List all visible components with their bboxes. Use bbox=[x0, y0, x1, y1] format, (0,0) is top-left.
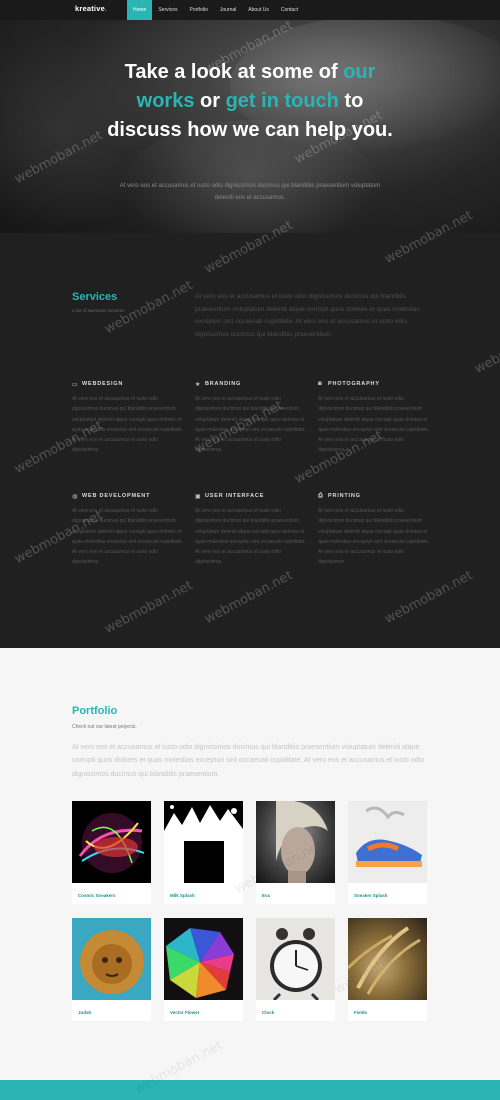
services-title: Services bbox=[72, 291, 118, 303]
portfolio-caption: Judah bbox=[78, 1010, 92, 1015]
footer-bar bbox=[0, 1080, 500, 1100]
portfolio-image bbox=[256, 801, 335, 883]
portfolio-item-cosmic-sneakers[interactable]: Cosmic Sneakers bbox=[72, 801, 151, 904]
nav-item-journal[interactable]: Journal bbox=[214, 0, 242, 20]
monitor-icon: ▭ bbox=[72, 381, 79, 388]
portfolio-caption: Clock bbox=[262, 1010, 275, 1015]
nav-item-about-us[interactable]: About Us bbox=[242, 0, 275, 20]
brand-logo[interactable]: kreative. bbox=[75, 4, 107, 13]
service-text: At vero eos et accusamus et iusto odio d… bbox=[72, 508, 183, 566]
portfolio-caption: Eva bbox=[262, 893, 271, 898]
portfolio-caption: Sneaker Splash bbox=[354, 893, 388, 898]
hero-section: Take a look at some of our works or get … bbox=[0, 0, 500, 233]
service-text: At vero eos et accusamus et iusto odio d… bbox=[195, 508, 306, 566]
service-title: WEB DEVELOPMENT bbox=[82, 493, 151, 499]
service-text: At vero eos et accusamus et iusto odio d… bbox=[72, 396, 183, 454]
portfolio-title: Portfolio bbox=[72, 705, 118, 717]
nav-item-services[interactable]: Services bbox=[152, 0, 183, 20]
portfolio-caption: Fields bbox=[354, 1010, 368, 1015]
portfolio-intro: At vero eos et accusamus et iusto odio d… bbox=[72, 744, 425, 778]
service-webdesign: ▭ WEBDESIGN At vero eos et accusamus et i… bbox=[72, 379, 184, 456]
services-intro: At vero eos et accusamus et iusto odio d… bbox=[195, 293, 420, 338]
main-menu: Home Services Portfolio Journal About Us… bbox=[127, 0, 304, 20]
portfolio-item-clock[interactable]: Clock bbox=[256, 918, 335, 1021]
service-user-interface: ▣ USER INTERFACE At vero eos et accusamus… bbox=[195, 491, 307, 568]
camera-icon: ◙ bbox=[318, 381, 323, 387]
service-title: USER INTERFACE bbox=[205, 493, 265, 499]
portfolio-caption: Vector Flower bbox=[170, 1010, 200, 1015]
portfolio-caption: Milk Splash bbox=[170, 893, 195, 898]
service-title: WEBDESIGN bbox=[82, 381, 124, 387]
service-photography: ◙ PHOTOGRAPHY At vero eos et accusamus et… bbox=[318, 379, 430, 456]
star-icon: ★ bbox=[195, 381, 202, 388]
nav-item-portfolio[interactable]: Portfolio bbox=[184, 0, 214, 20]
hero-title: Take a look at some of our works or get … bbox=[107, 61, 393, 141]
service-text: At vero eos et accusamus et iusto odio d… bbox=[318, 396, 429, 454]
portfolio-item-sneaker-splash[interactable]: Sneaker Splash bbox=[348, 801, 427, 904]
service-title: PHOTOGRAPHY bbox=[328, 381, 380, 387]
service-title: PRINTING bbox=[328, 493, 361, 499]
service-printing: ⎙ PRINTING At vero eos et accusamus et iu… bbox=[318, 491, 430, 568]
portfolio-image bbox=[72, 801, 151, 883]
portfolio-subtitle: Check out our latest projects. bbox=[72, 724, 137, 730]
nav-item-contact[interactable]: Contact bbox=[275, 0, 304, 20]
globe-icon: ◍ bbox=[72, 493, 79, 500]
portfolio-item-fields[interactable]: Fields bbox=[348, 918, 427, 1021]
printer-icon: ⎙ bbox=[318, 492, 324, 499]
portfolio-item-eva[interactable]: Eva bbox=[256, 801, 335, 904]
portfolio-image bbox=[164, 801, 243, 883]
nav-item-home[interactable]: Home bbox=[127, 0, 153, 20]
service-web-development: ◍ WEB DEVELOPMENT At vero eos et accusamu… bbox=[72, 491, 184, 568]
service-title: BRANDING bbox=[205, 381, 242, 387]
portfolio-image bbox=[348, 801, 427, 883]
get-in-touch-link[interactable]: get in touch bbox=[226, 90, 339, 112]
portfolio-item-judah[interactable]: Judah bbox=[72, 918, 151, 1021]
portfolio-image bbox=[164, 918, 243, 1000]
services-section: Services a list of awesome services At v… bbox=[0, 233, 500, 648]
service-branding: ★ BRANDING At vero eos et accusamus et iu… bbox=[195, 379, 307, 456]
service-text: At vero eos et accusamus et iusto odio d… bbox=[318, 508, 429, 566]
portfolio-image bbox=[72, 918, 151, 1000]
portfolio-item-milk-splash[interactable]: Milk Splash bbox=[164, 801, 243, 904]
hero-subtitle: At vero eos et accusamus et iusto odio d… bbox=[119, 183, 381, 201]
window-icon: ▣ bbox=[195, 493, 202, 500]
service-text: At vero eos et accusamus et iusto odio d… bbox=[195, 396, 306, 454]
portfolio-image bbox=[348, 918, 427, 1000]
portfolio-caption: Cosmic Sneakers bbox=[78, 893, 116, 898]
services-subtitle: a list of awesome services bbox=[72, 308, 125, 313]
portfolio-image bbox=[256, 918, 335, 1000]
top-navbar: kreative. Home Services Portfolio Journa… bbox=[0, 0, 500, 20]
portfolio-item-vector-flower[interactable]: Vector Flower bbox=[164, 918, 243, 1021]
portfolio-section: Portfolio Check out our latest projects.… bbox=[0, 648, 500, 1080]
